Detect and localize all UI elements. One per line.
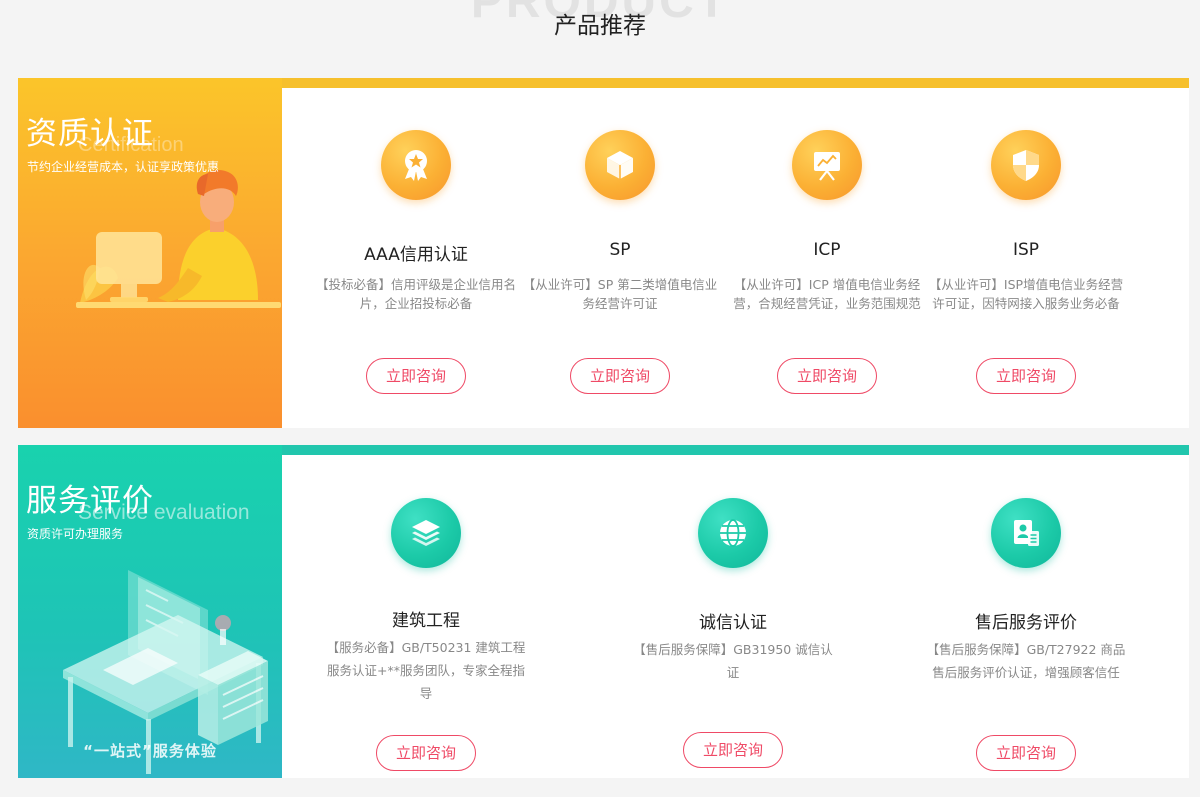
consult-button[interactable]: 立即咨询 — [976, 735, 1076, 771]
card-description: 【售后服务保障】GB31950 诚信认证 — [633, 642, 833, 680]
product-card: ISP 【从业许可】ISP增值电信业务经营许可证，因特网接入服务业务必备 立即咨… — [926, 130, 1126, 400]
service-evaluation-section: 服务评价 Service evaluation 资质许可办理服务 “一站式”服务… — [18, 445, 1189, 778]
product-card: ICP 【从业许可】ICP 增值电信业务经营，合规经营凭证，业务范围规范 立即咨… — [727, 130, 927, 400]
consult-button[interactable]: 立即咨询 — [366, 358, 466, 394]
certification-section: 资质认证 Certification 节约企业经营成本，认证享政策优惠 AAA信… — [18, 78, 1189, 428]
certification-cards: AAA信用认证 【投标必备】信用评级是企业信用名片，企业招投标必备 立即咨询 S… — [282, 88, 1189, 428]
consult-button[interactable]: 立即咨询 — [376, 735, 476, 771]
service-cards: 建筑工程 【服务必备】GB/T50231 建筑工程服务认证+**服务团队，专家全… — [282, 455, 1189, 778]
product-card: SP 【从业许可】SP 第二类增值电信业务经营许可证 立即咨询 — [520, 130, 720, 400]
card-title: SP — [609, 240, 631, 260]
banner-title: 服务评价 — [26, 483, 154, 519]
card-title: ISP — [1012, 240, 1040, 260]
card-title: 诚信认证 — [699, 613, 767, 633]
consult-button[interactable]: 立即咨询 — [570, 358, 670, 394]
card-title: 建筑工程 — [392, 611, 460, 631]
banner-title: 资质认证 — [26, 116, 154, 152]
shield-icon — [991, 130, 1061, 200]
certification-banner: 资质认证 Certification 节约企业经营成本，认证享政策优惠 — [18, 78, 282, 428]
page-title: 产品推荐 — [554, 13, 646, 39]
consult-button[interactable]: 立即咨询 — [777, 358, 877, 394]
card-description: 【售后服务保障】GB/T27922 商品售后服务评价认证，增强顾客信任 — [926, 642, 1126, 680]
card-description: 【从业许可】SP 第二类增值电信业务经营许可证 — [522, 277, 718, 311]
section-header: PRODUCT 产品推荐 — [0, 0, 1200, 60]
consult-button[interactable]: 立即咨询 — [683, 732, 783, 768]
layers-icon — [391, 498, 461, 568]
card-title: 售后服务评价 — [975, 613, 1077, 633]
presentation-board-icon — [792, 130, 862, 200]
product-card: 诚信认证 【售后服务保障】GB31950 诚信认证 立即咨询 — [633, 498, 833, 783]
product-card: AAA信用认证 【投标必备】信用评级是企业信用名片，企业招投标必备 立即咨询 — [316, 130, 516, 400]
product-card: 建筑工程 【服务必备】GB/T50231 建筑工程服务认证+**服务团队，专家全… — [326, 498, 526, 783]
service-banner: 服务评价 Service evaluation 资质许可办理服务 “一站式”服务… — [18, 445, 282, 778]
award-medal-icon — [381, 130, 451, 200]
card-description: 【从业许可】ICP 增值电信业务经营，合规经营凭证，业务范围规范 — [733, 277, 921, 311]
cube-box-icon — [585, 130, 655, 200]
card-description: 【投标必备】信用评级是企业信用名片，企业招投标必备 — [316, 277, 517, 311]
consult-button[interactable]: 立即咨询 — [976, 358, 1076, 394]
card-description: 【从业许可】ISP增值电信业务经营许可证，因特网接入服务业务必备 — [928, 277, 1124, 311]
id-card-icon — [991, 498, 1061, 568]
banner-subtitle: 资质许可办理服务 — [27, 527, 124, 541]
product-card: 售后服务评价 【售后服务保障】GB/T27922 商品售后服务评价认证，增强顾客… — [926, 498, 1126, 783]
banner-subtitle: 节约企业经营成本，认证享政策优惠 — [27, 160, 220, 174]
card-title: AAA信用认证 — [364, 245, 468, 265]
card-description: 【服务必备】GB/T50231 建筑工程服务认证+**服务团队，专家全程指导 — [326, 640, 526, 701]
card-title: ICP — [813, 240, 841, 260]
banner-caption: “一站式”服务体验 — [83, 742, 217, 760]
globe-icon — [698, 498, 768, 568]
